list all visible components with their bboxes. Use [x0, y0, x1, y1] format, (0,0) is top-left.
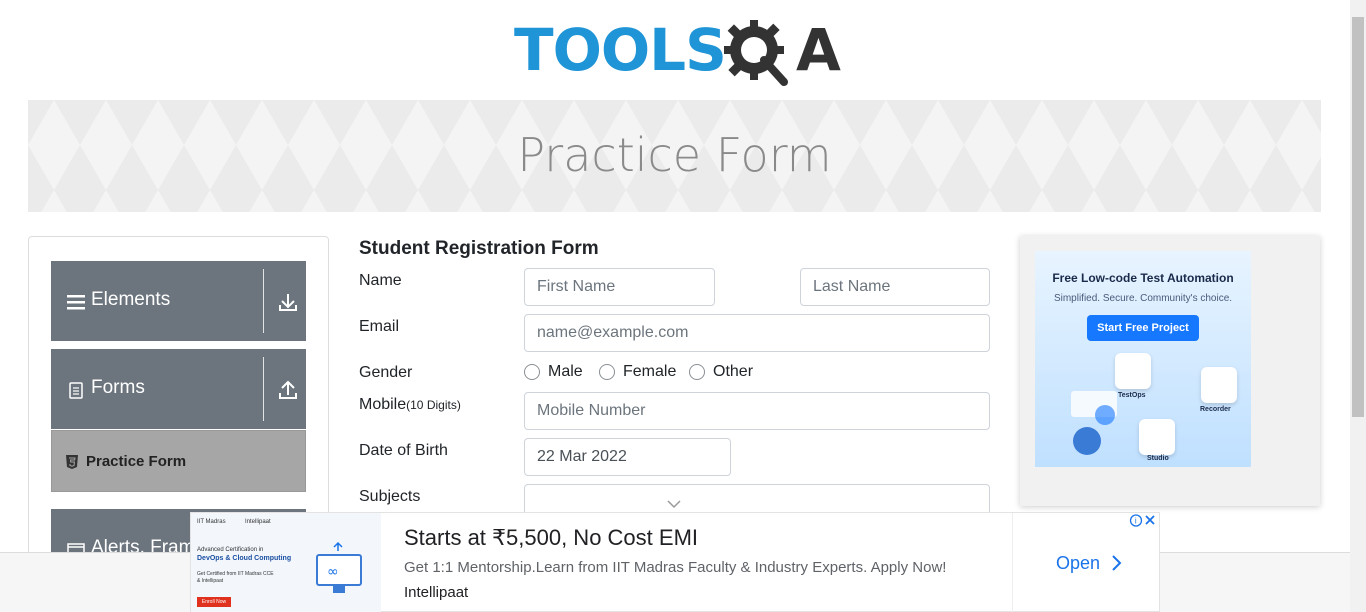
- mobile-hint: (10 Digits): [406, 398, 461, 412]
- ad-subtitle: Simplified. Secure. Community's choice.: [1053, 293, 1233, 304]
- sidebar-group-label: Forms: [91, 377, 145, 398]
- radio-label[interactable]: Other: [713, 363, 753, 381]
- robot-illustration-icon: [1071, 391, 1117, 455]
- ad-creative[interactable]: Free Low-code Test Automation Simplified…: [1035, 251, 1251, 467]
- gender-radio-male[interactable]: Male: [524, 363, 594, 383]
- studio-tile-icon: [1139, 419, 1175, 455]
- hamburger-icon: [67, 295, 85, 310]
- html5-icon: [66, 455, 78, 469]
- chevron-down-icon: [667, 500, 681, 509]
- radio-circle[interactable]: [689, 364, 705, 380]
- form-title: Student Registration Form: [359, 238, 599, 259]
- name-label: Name: [359, 272, 402, 289]
- last-name-input[interactable]: [800, 268, 990, 306]
- radio-circle[interactable]: [524, 364, 540, 380]
- mobile-input[interactable]: [524, 392, 990, 430]
- chevron-right-icon[interactable]: [1111, 554, 1123, 572]
- page-scrollbar[interactable]: [1350, 0, 1366, 612]
- subjects-label: Subjects: [359, 488, 421, 505]
- download-icon[interactable]: [277, 291, 299, 313]
- email-label: Email: [359, 318, 400, 335]
- ad-image-text: Advanced Certification in: [197, 547, 264, 553]
- page-title: Practice Form: [517, 128, 832, 182]
- email-input[interactable]: [524, 314, 990, 352]
- ad-image-text: Intellipaat: [245, 519, 271, 525]
- ad-image[interactable]: IIT Madras Intellipaat Advanced Certific…: [191, 513, 381, 612]
- gender-radio-other[interactable]: Other: [689, 363, 759, 383]
- svg-text:i: i: [1135, 517, 1137, 526]
- ad-cta-button[interactable]: Start Free Project: [1087, 315, 1199, 341]
- sidebar-item-practice-form[interactable]: Practice Form: [51, 430, 306, 492]
- scrollbar-thumb[interactable]: [1352, 17, 1364, 417]
- logo-text: TOOLS: [514, 16, 727, 84]
- ad-advertiser[interactable]: Intellipaat: [404, 584, 468, 601]
- open-label[interactable]: Open: [1056, 553, 1100, 574]
- dob-input[interactable]: 22 Mar 2022: [524, 438, 731, 476]
- first-name-input[interactable]: [524, 268, 715, 306]
- divider: [263, 269, 264, 333]
- ad-image-text: IIT Madras: [197, 519, 226, 525]
- ad-choices-icon[interactable]: i: [1129, 513, 1159, 528]
- tile-label: Recorder: [1200, 406, 1231, 413]
- logo-a-letter: A: [796, 16, 841, 84]
- document-icon: [69, 382, 83, 399]
- tile-label: Studio: [1147, 455, 1169, 462]
- ad-image-enroll: Enroll Now: [197, 597, 231, 607]
- ad-description[interactable]: Get 1:1 Mentorship.Learn from IIT Madras…: [404, 559, 946, 576]
- ad-headline[interactable]: Starts at ₹5,500, No Cost EMI: [404, 525, 698, 551]
- gender-label: Gender: [359, 364, 413, 381]
- bottom-advertisement[interactable]: IIT Madras Intellipaat Advanced Certific…: [190, 512, 1160, 612]
- upload-icon[interactable]: [277, 379, 299, 401]
- svg-text:∞: ∞: [327, 564, 339, 580]
- mobile-label-text: Mobile: [359, 396, 407, 413]
- toolsqa-logo[interactable]: TOOLS A: [514, 14, 844, 92]
- mobile-label: Mobile(10 Digits): [359, 396, 461, 414]
- sidebar-group-elements[interactable]: Elements: [51, 261, 306, 341]
- devops-illustration-icon: ∞: [316, 541, 362, 593]
- dob-label: Date of Birth: [359, 442, 448, 459]
- sidebar-item-label: Practice Form: [86, 453, 187, 470]
- radio-label[interactable]: Male: [548, 363, 583, 381]
- radio-circle[interactable]: [599, 364, 615, 380]
- page-banner: Practice Form: [28, 100, 1321, 212]
- sidebar-group-label: Elements: [91, 289, 171, 310]
- ad-image-text: Get Certified from IIT Madras CCE: [197, 571, 274, 577]
- radio-label[interactable]: Female: [623, 363, 676, 381]
- ad-image-text: & Intellipaat: [197, 578, 224, 584]
- recorder-tile-icon: [1201, 367, 1237, 403]
- side-advertisement[interactable]: Free Low-code Test Automation Simplified…: [1020, 236, 1320, 506]
- gender-radio-female[interactable]: Female: [599, 363, 684, 383]
- ad-title: Free Low-code Test Automation: [1052, 271, 1234, 285]
- divider: [263, 357, 264, 421]
- sidebar-group-forms[interactable]: Forms: [51, 349, 306, 429]
- gear-magnifier-icon: [724, 20, 788, 86]
- ad-image-text: DevOps & Cloud Computing: [197, 555, 292, 562]
